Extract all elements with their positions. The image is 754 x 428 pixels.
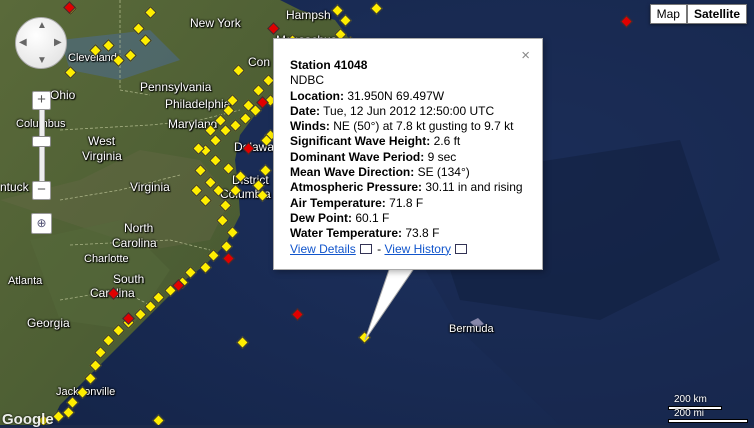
info-row-value: 73.8 F — [405, 226, 440, 241]
map-label: Georgia — [27, 316, 70, 330]
info-row: Dew Point: 60.1 F — [290, 211, 523, 226]
info-row-label: Atmospheric Pressure: — [290, 180, 423, 195]
link-separator: - — [373, 241, 385, 256]
pan-control[interactable]: ▲ ▼ ◀ ▶ — [15, 17, 67, 69]
info-row-value: 9 sec — [427, 149, 457, 164]
info-row-value: NE (50°) at 7.8 kt gusting to 9.7 kt — [333, 119, 514, 134]
map-label: Bermuda — [449, 323, 494, 335]
info-row-label: Location: — [290, 88, 344, 103]
map-label: Con — [248, 55, 271, 69]
map-label: West — [88, 134, 116, 148]
scale-mi-label: 200 mi — [674, 408, 705, 419]
info-row-value: 60.1 F — [355, 210, 390, 225]
info-row: Winds: NE (50°) at 7.8 kt gusting to 9.7… — [290, 119, 523, 134]
external-window-icon — [359, 243, 372, 254]
info-row: Date: Tue, 12 Jun 2012 12:50:00 UTC — [290, 104, 523, 119]
info-row-label: Date: — [290, 103, 321, 118]
map-label: Carolina — [112, 236, 157, 250]
info-row-value: SE (134°) — [417, 165, 470, 180]
info-row: Significant Wave Height: 2.6 ft — [290, 134, 523, 149]
zoom-area-icon[interactable]: ⊕ — [31, 213, 52, 234]
info-row-label: Dew Point: — [290, 210, 352, 225]
info-row-value: 30.11 in and rising — [425, 180, 523, 195]
view-details-link[interactable]: View Details — [290, 242, 356, 256]
info-row: Air Temperature: 71.8 F — [290, 196, 523, 211]
map-label: North — [124, 221, 154, 235]
info-row-label: Water Temperature: — [290, 226, 403, 241]
map-type-satellite-button[interactable]: Satellite — [686, 4, 747, 24]
info-window-pointer — [364, 267, 416, 341]
station-agency: NDBC — [290, 73, 325, 88]
map-label: Charlotte — [84, 253, 129, 265]
pan-left-icon[interactable]: ◀ — [19, 37, 27, 48]
google-logo: Google — [2, 411, 54, 428]
map-label: Virginia — [130, 180, 170, 194]
info-row: Location: 31.950N 69.497W — [290, 89, 523, 104]
map-label: Ohio — [50, 88, 76, 102]
map-label: New York — [190, 16, 241, 30]
view-history-link[interactable]: View History — [384, 242, 450, 256]
pan-down-icon[interactable]: ▼ — [37, 55, 47, 66]
map-label: Atlanta — [8, 275, 43, 287]
info-row: Water Temperature: 73.8 F — [290, 226, 523, 241]
map-label: Philadelphia — [165, 97, 231, 111]
info-row: Mean Wave Direction: SE (134°) — [290, 165, 523, 180]
map-label: Virginia — [82, 149, 122, 163]
station-title: Station 41048 — [290, 58, 368, 72]
info-row-value: 31.950N 69.497W — [347, 88, 445, 103]
scale-km-label: 200 km — [674, 394, 707, 405]
info-row-value: 2.6 ft — [433, 134, 461, 149]
info-row-value: 71.8 F — [389, 195, 424, 210]
zoom-slider-handle[interactable] — [32, 136, 51, 147]
zoom-in-button[interactable]: + — [32, 91, 51, 110]
station-info-window: × Station 41048 NDBC Location: 31.950N 6… — [273, 38, 543, 270]
info-row-value: Tue, 12 Jun 2012 12:50:00 UTC — [323, 103, 495, 118]
zoom-out-button[interactable]: − — [32, 181, 51, 200]
map-label: Pennsylvania — [140, 80, 212, 94]
info-row-label: Air Temperature: — [290, 195, 386, 210]
info-row-label: Significant Wave Height: — [290, 134, 431, 149]
info-row: Atmospheric Pressure: 30.11 in and risin… — [290, 180, 523, 195]
map-label: South — [113, 272, 145, 286]
info-row: Dominant Wave Period: 9 sec — [290, 150, 523, 165]
info-row-label: Mean Wave Direction: — [290, 165, 415, 180]
map-type-map-button[interactable]: Map — [649, 4, 687, 24]
pan-up-icon[interactable]: ▲ — [37, 20, 47, 31]
scale-mi-bar — [668, 419, 748, 423]
info-row-label: Winds: — [290, 119, 330, 134]
external-window-icon — [454, 243, 467, 254]
map-scale: 200 km 200 mi — [668, 394, 748, 423]
pan-right-icon[interactable]: ▶ — [54, 37, 62, 48]
map-label: Hampsh — [286, 8, 331, 22]
map-type-control: Map Satellite — [649, 4, 747, 24]
info-row-label: Dominant Wave Period: — [290, 149, 425, 164]
map-label: ntuck — [0, 180, 29, 194]
